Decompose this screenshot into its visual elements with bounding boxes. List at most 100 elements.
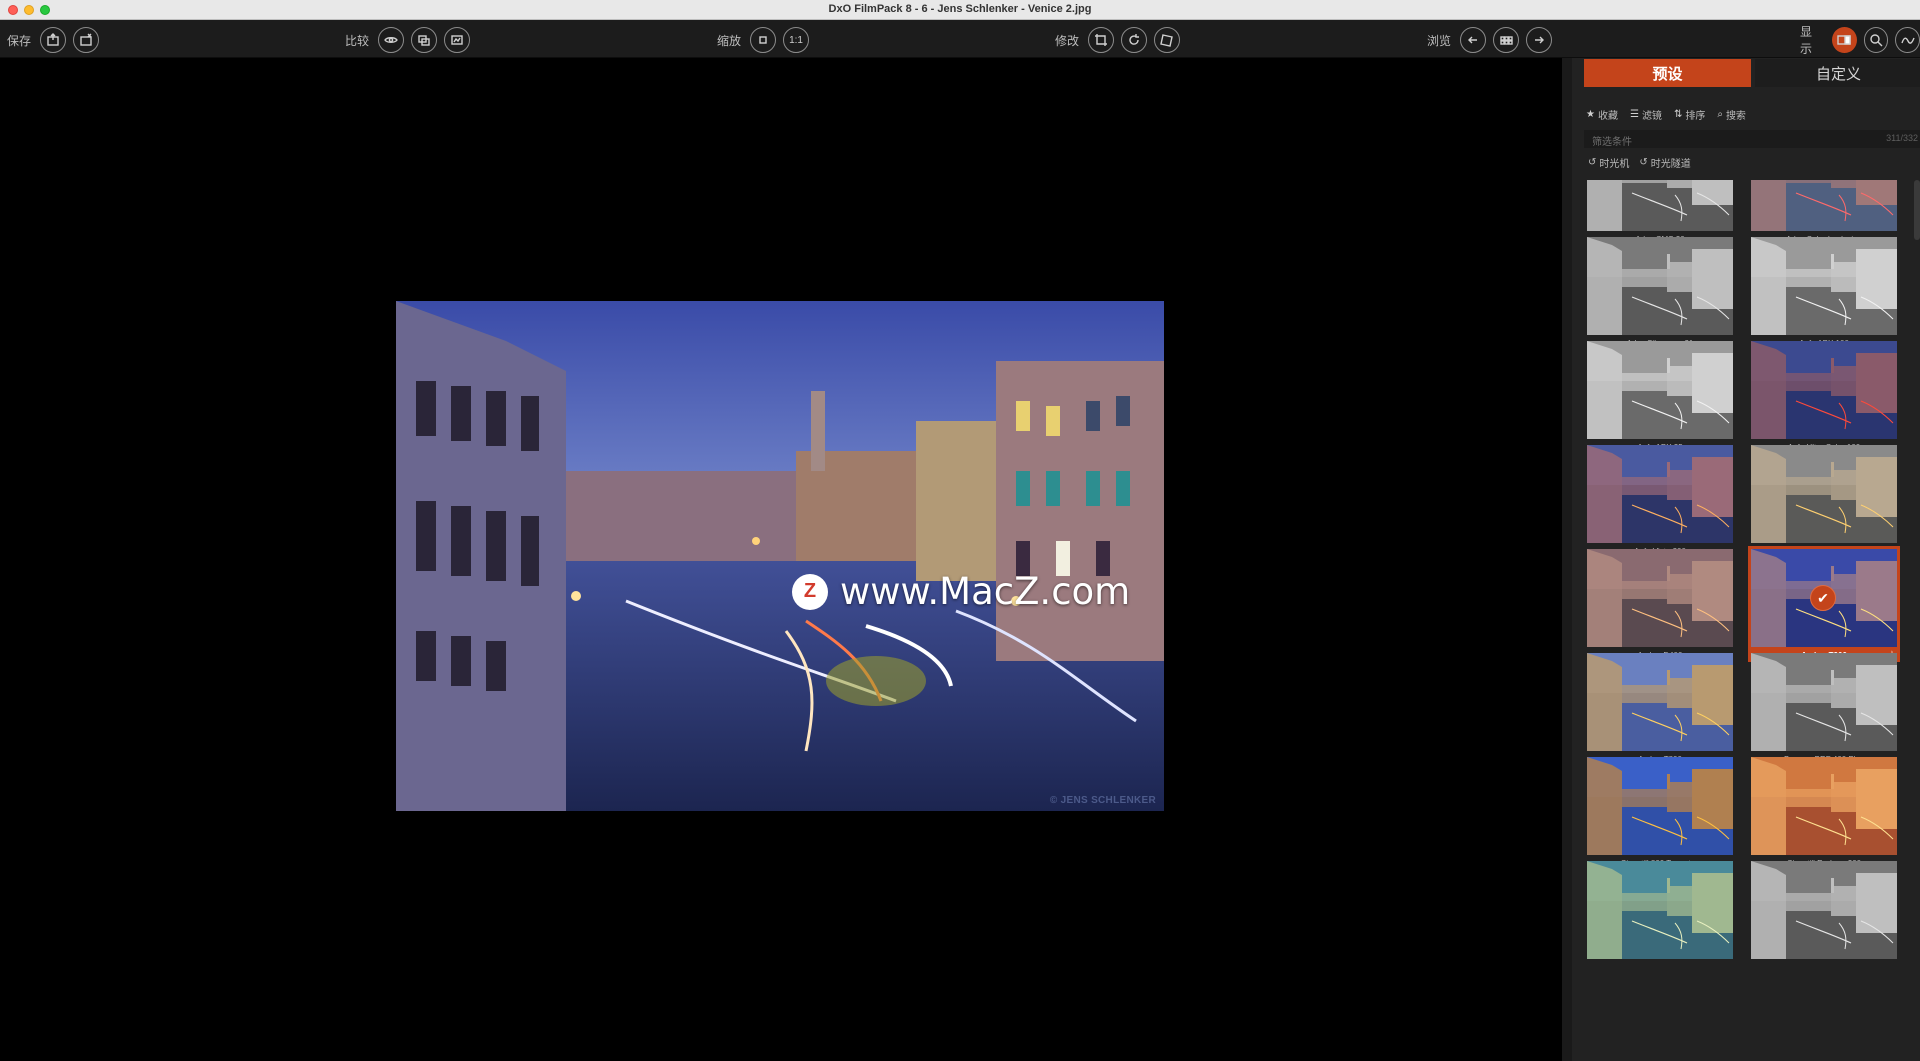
- preset-thumbnail: [1587, 757, 1733, 855]
- preset-count: 311/332: [1886, 133, 1918, 143]
- preset-thumbnail: [1587, 445, 1733, 543]
- preset-item[interactable]: Agfa APX 25: [1584, 338, 1736, 454]
- save-group: 保存: [7, 27, 100, 53]
- export-image-button[interactable]: [40, 27, 67, 53]
- edit-group: 修改: [1055, 27, 1181, 53]
- next-image-button[interactable]: [1526, 27, 1553, 53]
- grid-view-button[interactable]: [1493, 27, 1520, 53]
- previous-image-button[interactable]: [1460, 27, 1487, 53]
- preset-item[interactable]: Agfa APX 100: [1748, 234, 1900, 350]
- zoom-100-button[interactable]: 1:1: [783, 27, 810, 53]
- chip-time-tunnel[interactable]: ↺ 时光隧道: [1639, 155, 1690, 170]
- watermark-logo-icon: Z: [792, 573, 828, 610]
- export-settings-icon: [80, 33, 92, 46]
- undo-icon: ↺: [1588, 157, 1597, 168]
- preset-item[interactable]: Amber D400: [1584, 546, 1736, 662]
- tab-presets[interactable]: 预设: [1584, 59, 1751, 87]
- eye-icon: [384, 37, 398, 43]
- preset-item[interactable]: Adox Silvermax 21: [1584, 234, 1736, 350]
- preset-thumbnail: [1587, 237, 1733, 335]
- export-image-icon: [47, 33, 59, 46]
- histogram-button[interactable]: [1895, 27, 1920, 53]
- undo-icon: ↺: [1639, 157, 1648, 168]
- photo-credit: © JENS SCHLENKER: [1049, 795, 1156, 806]
- chip-time-machine-label: 时光机: [1599, 159, 1630, 170]
- straighten-button[interactable]: [1154, 27, 1181, 53]
- preset-panel-button[interactable]: [1831, 27, 1857, 53]
- edit-label: 修改: [1055, 33, 1080, 48]
- rotate-icon: [1129, 34, 1140, 45]
- fit-screen-icon: [759, 36, 767, 44]
- preset-thumbnail: [1751, 861, 1897, 959]
- compare-side-button[interactable]: [444, 27, 471, 53]
- favorites-filter[interactable]: ★ 收藏: [1586, 107, 1618, 122]
- chip-time-tunnel-label: 时光隧道: [1650, 159, 1691, 170]
- preset-item[interactable]: Agfa Vista 200: [1584, 442, 1736, 558]
- list-icon: ☰: [1629, 109, 1639, 120]
- toolbar: 保存 比较 缩放 1:1 修改 浏览 显示: [0, 20, 1920, 58]
- preset-item[interactable]: Cinestill Redrum 200: [1748, 754, 1900, 870]
- preset-panel: 预设 自定义 ★ 收藏 ☰ 滤镜 ⇅ 排序 ⌕ 搜索 筛选条件 311/332 ↺ 时光机…: [1562, 58, 1920, 1061]
- loupe-button[interactable]: [1863, 27, 1889, 53]
- straighten-icon: [1160, 34, 1173, 47]
- sort-menu[interactable]: ⇅ 排序: [1674, 107, 1705, 122]
- filter-chips: ↺ 时光机 ↺ 时光隧道: [1588, 155, 1691, 170]
- preset-thumbnail: [1751, 237, 1897, 335]
- preset-item[interactable]: Cinestill 800 Tungsten: [1584, 754, 1736, 870]
- histogram-icon: [1900, 37, 1915, 44]
- chip-time-machine[interactable]: ↺ 时光机: [1588, 155, 1629, 170]
- checkmark-icon: ✔: [1810, 585, 1836, 611]
- search-toggle[interactable]: ⌕ 搜索: [1717, 107, 1746, 122]
- preset-thumbnail: [1587, 653, 1733, 751]
- fit-screen-button[interactable]: [750, 27, 777, 53]
- sort-icon: ⇅: [1673, 109, 1683, 120]
- main-photo[interactable]: © JENS SCHLENKER: [396, 301, 1164, 811]
- preset-item[interactable]: [1748, 858, 1900, 974]
- preset-item[interactable]: Amber T800: [1584, 650, 1736, 766]
- preset-thumbnail: [1751, 180, 1897, 231]
- preset-thumbnail: [1587, 341, 1733, 439]
- preset-thumbnail: [1587, 549, 1733, 647]
- image-viewer[interactable]: © JENS SCHLENKER Z www.MacZ.com: [0, 58, 1562, 1061]
- preset-item[interactable]: Amber T200✔☆: [1748, 546, 1900, 662]
- preset-item[interactable]: Agfa Ultra Color 100: [1748, 338, 1900, 454]
- preset-thumbnail: [1587, 861, 1733, 959]
- preset-item[interactable]: [1584, 858, 1736, 974]
- compare-split-button[interactable]: [411, 27, 438, 53]
- compare-label: 比较: [345, 33, 370, 48]
- preset-item[interactable]: Bergger BRF 400 Plus: [1748, 650, 1900, 766]
- preset-thumbnail: [1751, 341, 1897, 439]
- export-settings-button[interactable]: [73, 27, 100, 53]
- panel-tabs: 预设 自定义: [1584, 59, 1920, 87]
- display-group: 显示: [1800, 25, 1920, 56]
- side-by-side-icon: [451, 35, 463, 45]
- venice-canal-image: [396, 301, 1164, 811]
- filter-bar: ★ 收藏 ☰ 滤镜 ⇅ 排序 ⌕ 搜索: [1586, 107, 1746, 122]
- display-label: 显示: [1800, 25, 1813, 56]
- save-label: 保存: [7, 33, 32, 48]
- preset-thumbnail: [1587, 180, 1733, 231]
- preset-thumbnail: [1751, 757, 1897, 855]
- crop-button[interactable]: [1088, 27, 1115, 53]
- rotate-button[interactable]: [1121, 27, 1148, 53]
- panel-icon: [1837, 35, 1851, 45]
- preset-item[interactable]: Amber D100: [1748, 442, 1900, 558]
- browse-group: 浏览: [1427, 27, 1553, 53]
- arrow-left-icon: [1468, 36, 1478, 44]
- search-icon: ⌕: [1717, 109, 1723, 120]
- title-bar: DxO FilmPack 8 - 6 - Jens Schlenker - Ve…: [0, 0, 1920, 20]
- compare-eye-button[interactable]: [378, 27, 405, 53]
- arrow-right-icon: [1535, 36, 1545, 44]
- preset-grid: Adox CMS 20Adox Color ImplosionAdox Silv…: [1584, 180, 1914, 1061]
- tab-custom[interactable]: 自定义: [1755, 59, 1920, 87]
- loupe-icon: [1870, 34, 1883, 47]
- filter-condition-field[interactable]: 筛选条件 311/332: [1584, 130, 1920, 148]
- grid-icon: [1500, 36, 1513, 45]
- search-label: 搜索: [1725, 111, 1746, 122]
- filter-menu[interactable]: ☰ 滤镜: [1630, 107, 1662, 122]
- sort-label: 排序: [1685, 111, 1706, 122]
- watermark-text: www.MacZ.com: [840, 570, 1131, 613]
- preset-scrollbar[interactable]: [1914, 180, 1920, 240]
- star-icon: ★: [1586, 109, 1595, 120]
- split-compare-icon: [418, 35, 430, 46]
